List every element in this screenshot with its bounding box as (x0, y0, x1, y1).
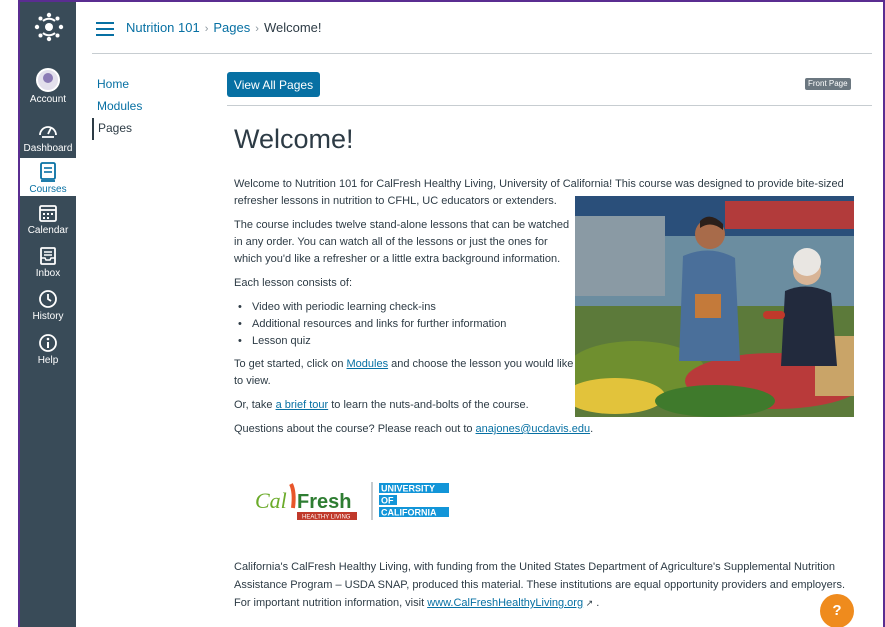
breadcrumb: Nutrition 101 › Pages › Welcome! (126, 20, 322, 35)
help-icon (39, 334, 57, 352)
nav-history-label: History (32, 311, 64, 322)
nav-help-label: Help (37, 355, 59, 366)
logo-uc-1: UNIVERSITY (381, 484, 435, 494)
get-started-paragraph: To get started, click on Modules and cho… (234, 356, 574, 390)
canvas-logo-icon[interactable] (34, 12, 64, 42)
breadcrumb-separator: › (204, 23, 209, 35)
course-nav-home[interactable]: Home (92, 74, 202, 96)
course-nav-modules[interactable]: Modules (92, 96, 202, 118)
nav-calendar[interactable]: Calendar (20, 202, 76, 238)
nav-courses-label: Courses (29, 184, 67, 195)
nav-dashboard-label: Dashboard (23, 143, 73, 154)
avatar (36, 68, 60, 92)
lesson-components-list: Video with periodic learning check-ins A… (238, 299, 854, 350)
questions-text: Questions about the course? Please reach… (234, 423, 476, 435)
nav-inbox-label: Inbox (35, 268, 61, 279)
breadcrumb-section[interactable]: Pages (213, 20, 250, 35)
questions-text-end: . (590, 423, 594, 435)
nav-account[interactable]: Account (20, 68, 76, 112)
nav-calendar-label: Calendar (27, 225, 69, 236)
help-button[interactable]: ? (820, 594, 854, 627)
course-nav-pages[interactable]: Pages (92, 118, 202, 140)
questions-paragraph: Questions about the course? Please reach… (234, 421, 854, 438)
list-item: Video with periodic learning check-ins (238, 299, 854, 316)
dashboard-icon (39, 126, 57, 138)
global-nav: Account Dashboard Courses Calendar Inbox… (20, 2, 76, 627)
breadcrumb-course[interactable]: Nutrition 101 (126, 20, 200, 35)
tour-text: Or, take (234, 399, 276, 411)
inbox-icon (40, 247, 56, 265)
page-content: Welcome! Welcome to Nutrition 101 for Ca… (234, 124, 854, 445)
get-started-text: To get started, click on (234, 358, 347, 370)
top-bar: Nutrition 101 › Pages › Welcome! (92, 16, 872, 54)
breadcrumb-current: Welcome! (263, 20, 322, 35)
divider (227, 105, 872, 106)
nav-account-label: Account (29, 94, 67, 105)
calfresh-website-link[interactable]: www.CalFreshHealthyLiving.org (427, 597, 583, 609)
nav-courses[interactable]: Courses (20, 158, 76, 196)
intro-paragraph: Welcome to Nutrition 101 for CalFresh He… (234, 178, 844, 207)
funding-disclaimer: California's CalFresh Healthy Living, wi… (234, 558, 854, 612)
tour-text-end: to learn the nuts-and-bolts of the cours… (328, 399, 529, 411)
tour-paragraph: Or, take a brief tour to learn the nuts-… (234, 397, 854, 414)
modules-link[interactable]: Modules (347, 358, 389, 370)
logo-uc-3: CALIFORNIA (381, 508, 437, 518)
nav-inbox[interactable]: Inbox (20, 245, 76, 281)
logo-uc-2: OF (381, 496, 394, 506)
brief-tour-link[interactable]: a brief tour (276, 399, 329, 411)
list-item: Lesson quiz (238, 333, 854, 350)
page-title: Welcome! (234, 124, 354, 154)
nav-dashboard[interactable]: Dashboard (20, 120, 76, 156)
hamburger-menu-icon[interactable] (96, 22, 114, 36)
history-icon (39, 290, 57, 308)
course-nav: Home Modules Pages (92, 74, 202, 140)
calendar-icon (39, 205, 57, 222)
calfresh-uc-logo: Cal Fresh HEALTHY LIVING UNIVERSITY OF C… (255, 482, 449, 521)
each-lesson-heading: Each lesson consists of: (234, 277, 353, 289)
nav-help[interactable]: Help (20, 332, 76, 368)
list-item: Additional resources and links for furth… (238, 316, 854, 333)
logo-tag: HEALTHY LIVING (302, 515, 351, 521)
nav-history[interactable]: History (20, 288, 76, 324)
lessons-paragraph: The course includes twelve stand-alone l… (234, 219, 570, 265)
external-link-icon: ↗ (583, 598, 594, 608)
breadcrumb-separator: › (255, 23, 259, 35)
logo-cal: Cal (255, 488, 287, 513)
email-link[interactable]: anajones@ucdavis.edu (476, 423, 591, 435)
carrot-icon (289, 483, 296, 509)
footer-text-end: . (593, 597, 600, 609)
front-page-badge: Front Page (805, 78, 851, 90)
courses-icon (40, 162, 56, 182)
logo-fresh: Fresh (297, 491, 351, 513)
view-all-pages-button[interactable]: View All Pages (227, 72, 320, 97)
